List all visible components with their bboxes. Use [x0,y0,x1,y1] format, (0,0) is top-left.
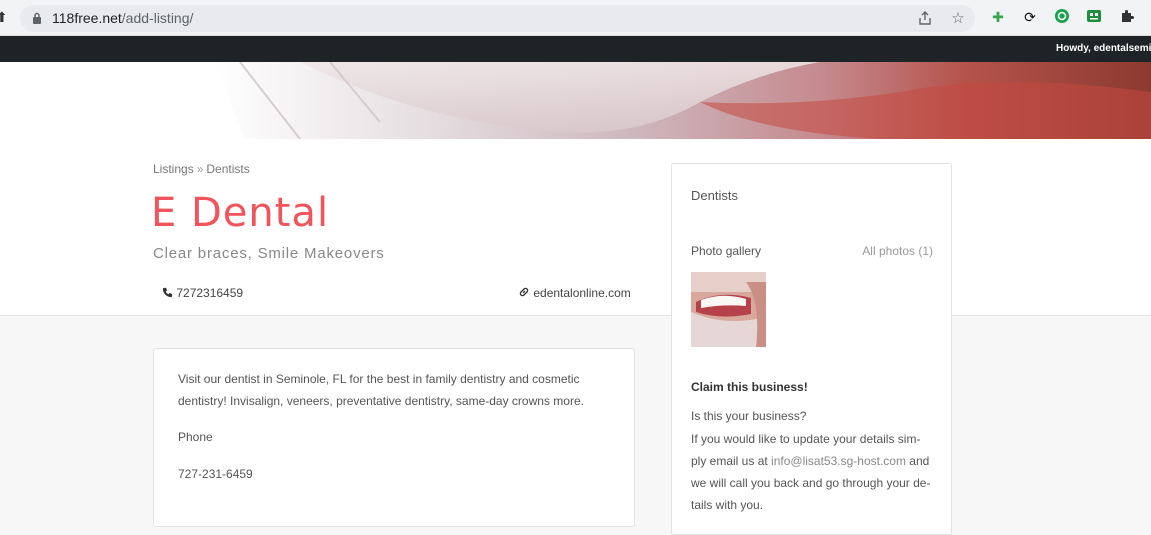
phone-value[interactable]: 727-231-6459 [178,467,253,481]
admin-greeting[interactable]: Howdy, edentalsemi [1056,43,1151,54]
bookmark-star-icon[interactable]: ☆ [949,10,967,28]
listing-tagline: Clear braces, Smile Makeovers [153,245,385,262]
hero-image [0,62,1151,139]
breadcrumb-separator: » [196,162,204,176]
photo-gallery-label: Photo gallery [691,244,762,258]
all-photos-link[interactable]: All photos (1) [862,244,933,258]
url-host: 118free.net [52,10,122,26]
breadcrumb-dentists[interactable]: Dentists [206,162,249,176]
admin-bar: Howdy, edentalsemi [0,36,1151,62]
hero-teeth-image [0,62,1151,139]
lock-icon [33,12,41,24]
teeth-photo-image [691,272,766,347]
extension-grammarly-icon[interactable] [1053,8,1071,26]
extension-sync-icon[interactable]: ⟳ [1021,8,1039,26]
phone-label: Phone [178,430,213,444]
sidebar-category[interactable]: Dentists [691,188,738,203]
claim-question: Is this your business? [691,409,807,423]
listing-website[interactable]: edentalonline.com [518,286,631,300]
gallery-thumbnail[interactable] [691,272,766,347]
sidebar-card: Dentists Photo gallery All photos (1) Cl… [671,163,952,535]
url-text: 118free.net/add-listing/ [52,10,193,26]
listing-phone[interactable]: 7272316459 [162,286,243,300]
browser-toolbar: ⬆ 118free.net/add-listing/ ☆ ✚ ⟳ [0,0,1151,36]
url-path: /add-listing/ [121,10,194,26]
claim-email-link[interactable]: info@lisat53.sg-host.com [771,454,906,468]
claim-title: Claim this business! [691,380,808,394]
back-arrow-icon[interactable]: ⬆ [0,9,8,26]
breadcrumb-listings[interactable]: Listings [153,162,194,176]
extension-add-icon[interactable]: ✚ [989,8,1007,26]
listing-description: Visit our dentist in Seminole, FL for th… [178,372,584,408]
extension-robot-icon[interactable] [1085,8,1103,26]
address-bar[interactable]: 118free.net/add-listing/ ☆ [20,5,975,32]
listing-title: E Dental [151,190,330,236]
link-icon [519,287,529,297]
claim-text: If you would like to update your details… [691,428,935,516]
phone-icon [162,287,173,298]
phone-text: 7272316459 [176,286,244,300]
extensions-puzzle-icon[interactable] [1118,8,1136,26]
website-text: edentalonline.com [533,286,631,300]
breadcrumb: Listings» Dentists [153,162,250,176]
share-icon[interactable] [916,10,934,28]
description-card: Visit our dentist in Seminole, FL for th… [153,348,635,527]
